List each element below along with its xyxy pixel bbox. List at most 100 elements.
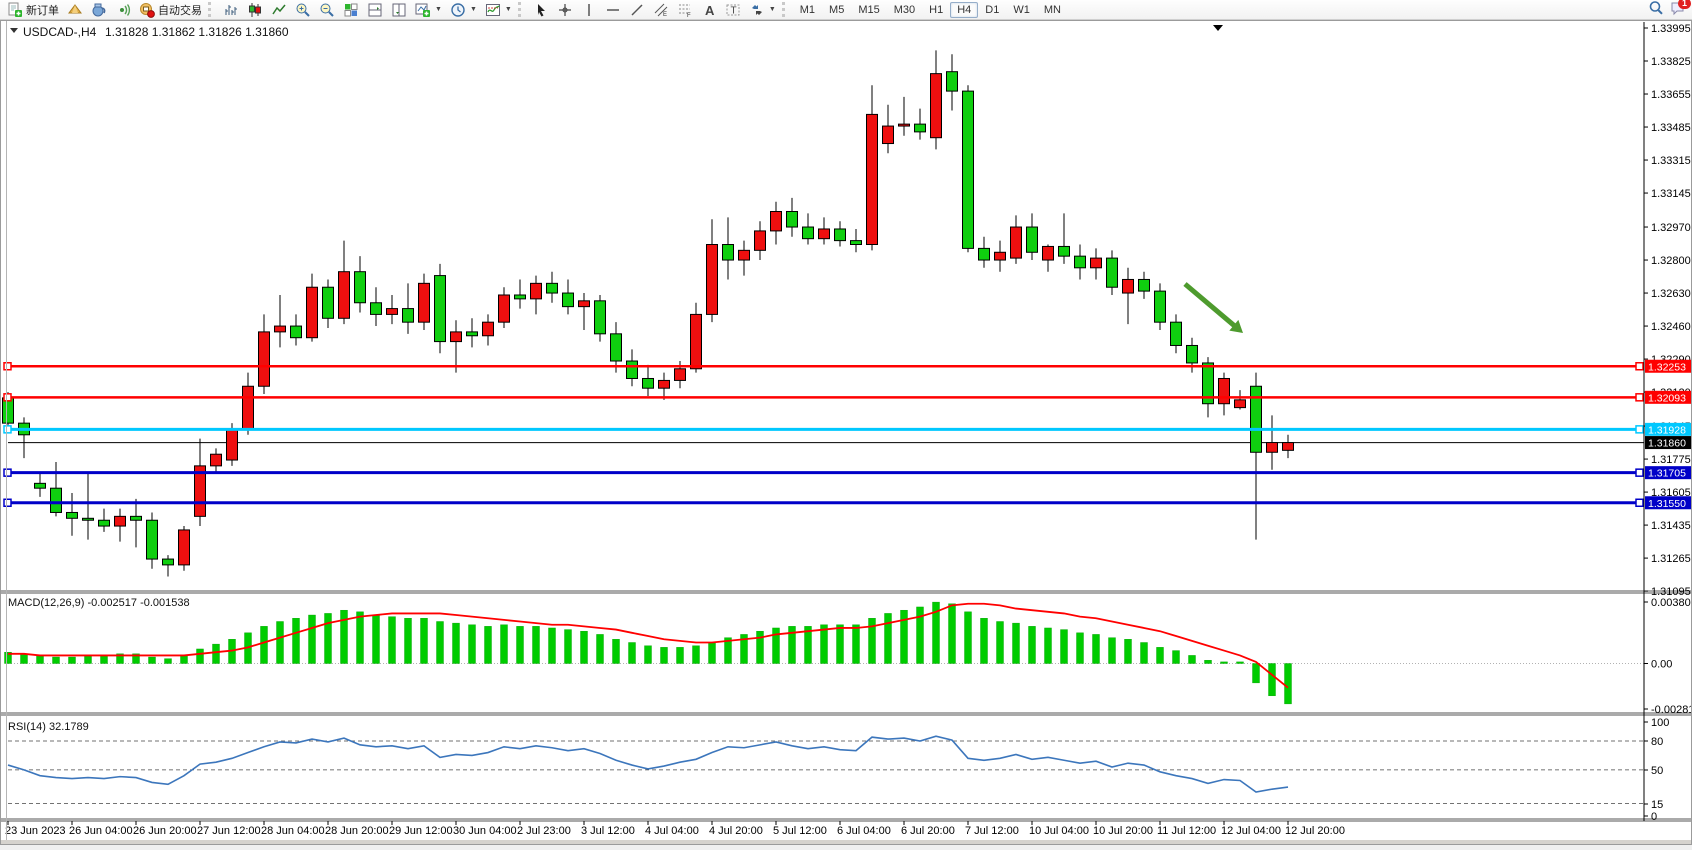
horizontal-line-button[interactable] [601,0,625,19]
svg-text:6 Jul 04:00: 6 Jul 04:00 [837,825,891,837]
new-order-button[interactable]: 新订单 [3,0,63,19]
candlestick-chart-button[interactable] [243,0,267,19]
line-handle[interactable] [1636,469,1643,476]
autotrading-button-label: 自动交易 [158,2,202,18]
timeframe-mn-button[interactable]: MN [1037,2,1068,18]
svg-text:1.32970: 1.32970 [1651,222,1691,234]
candle-body [419,283,430,322]
candle-body [643,378,654,388]
candle-body [259,332,270,386]
main-toolbar: 新订单 自动交易 ▼ ▼ ▼ EFAT ▼ M1M5M15M30H1H4D1W1MN 1 [0,0,1692,20]
candle-body [547,283,558,293]
vertical-line-button[interactable] [577,0,601,19]
zoom-out-button[interactable] [315,0,339,19]
svg-text:7 Jul 12:00: 7 Jul 12:00 [965,825,1019,837]
candle-body [387,309,398,315]
candle-body [355,272,366,303]
search-icon [1648,0,1664,16]
templates-button-dropdown-arrow[interactable]: ▼ [505,6,512,13]
period-button[interactable]: ▼ [446,0,481,19]
candle-body [515,295,526,299]
timeframe-m1-button[interactable]: M1 [793,2,822,18]
svg-text:1.31705: 1.31705 [1648,468,1686,480]
candle-body [659,380,670,388]
timeframe-m30-button[interactable]: M30 [887,2,922,18]
label-button[interactable]: T [721,0,745,19]
line-handle[interactable] [4,469,11,476]
line-handle[interactable] [1636,363,1643,370]
candle-body [307,287,318,337]
shapes-button-dropdown-arrow[interactable]: ▼ [769,6,776,13]
candle-body [179,530,190,565]
candle-body [163,559,174,565]
line-handle[interactable] [1636,426,1643,433]
chart-window: 1.339951.338251.336551.334851.333151.331… [0,20,1692,850]
svg-text:1.32460: 1.32460 [1651,321,1691,333]
line-handle[interactable] [4,394,11,401]
line-handle[interactable] [1636,499,1643,506]
candle-body [291,326,302,338]
svg-text:3 Jul 12:00: 3 Jul 12:00 [581,825,635,837]
candle-body [787,211,798,227]
shapes-button[interactable]: ▼ [745,0,780,19]
candle-body [323,287,334,318]
timeframe-h4-button[interactable]: H4 [950,2,978,18]
timeframe-h1-button[interactable]: H1 [922,2,950,18]
templates-button[interactable]: ▼ [481,0,516,19]
market-watch-button[interactable] [63,0,87,19]
new-chart-button-dropdown-arrow[interactable]: ▼ [435,6,442,13]
candle-body [563,293,574,307]
crosshair-button[interactable] [553,0,577,19]
new-chart-button[interactable]: ▼ [411,0,446,19]
bar-chart-button[interactable] [219,0,243,19]
timeframe-m5-button[interactable]: M5 [822,2,851,18]
candle-body [67,512,78,518]
fibonacci-button[interactable]: F [673,0,697,19]
arrange-horizontal-button[interactable] [363,0,387,19]
candle-body [611,334,622,361]
tile-windows-button[interactable] [339,0,363,19]
candle-body [451,332,462,342]
chart-canvas[interactable]: 1.339951.338251.336551.334851.333151.331… [0,20,1692,845]
candle-body [483,322,494,336]
candle-body [1155,291,1166,322]
text-button[interactable]: A [697,0,721,19]
zoom-in-button[interactable] [291,0,315,19]
line-handle[interactable] [4,426,11,433]
cursor-button[interactable] [529,0,553,19]
svg-text:12 Jul 04:00: 12 Jul 04:00 [1221,825,1281,837]
candle-body [963,91,974,248]
svg-text:1.33825: 1.33825 [1651,56,1691,68]
svg-text:26 Jun 04:00: 26 Jun 04:00 [69,825,133,837]
search-button[interactable] [1648,0,1664,19]
candle-body [675,369,686,381]
line-handle[interactable] [4,363,11,370]
trendline-button[interactable] [625,0,649,19]
arrange-vertical-button[interactable] [387,0,411,19]
notification-badge: 1 [1678,0,1691,9]
svg-text:10 Jul 04:00: 10 Jul 04:00 [1029,825,1089,837]
clock-icon [450,2,466,18]
candle-body [883,126,894,143]
candle-body [995,252,1006,260]
zoom-out-icon [319,2,335,18]
jug-icon [91,2,107,18]
candle-body [1235,400,1246,408]
timeframe-m15-button[interactable]: M15 [851,2,886,18]
equidistant-channel-button[interactable]: E [649,0,673,19]
svg-text:1.33315: 1.33315 [1651,155,1691,167]
autotrading-button[interactable]: 自动交易 [135,0,206,19]
period-button-dropdown-arrow[interactable]: ▼ [470,6,477,13]
layout-h-icon [367,2,383,18]
obj-hline-icon [605,2,621,18]
line-handle[interactable] [4,499,11,506]
line-handle[interactable] [1636,394,1643,401]
timeframe-d1-button[interactable]: D1 [978,2,1006,18]
navigator-button[interactable] [111,0,135,19]
line-chart-button[interactable] [267,0,291,19]
data-window-button[interactable] [87,0,111,19]
svg-text:0.00: 0.00 [1651,659,1672,671]
timeframe-w1-button[interactable]: W1 [1006,2,1037,18]
svg-text:0: 0 [1651,811,1657,823]
notifications-button[interactable]: 1 [1670,0,1686,19]
